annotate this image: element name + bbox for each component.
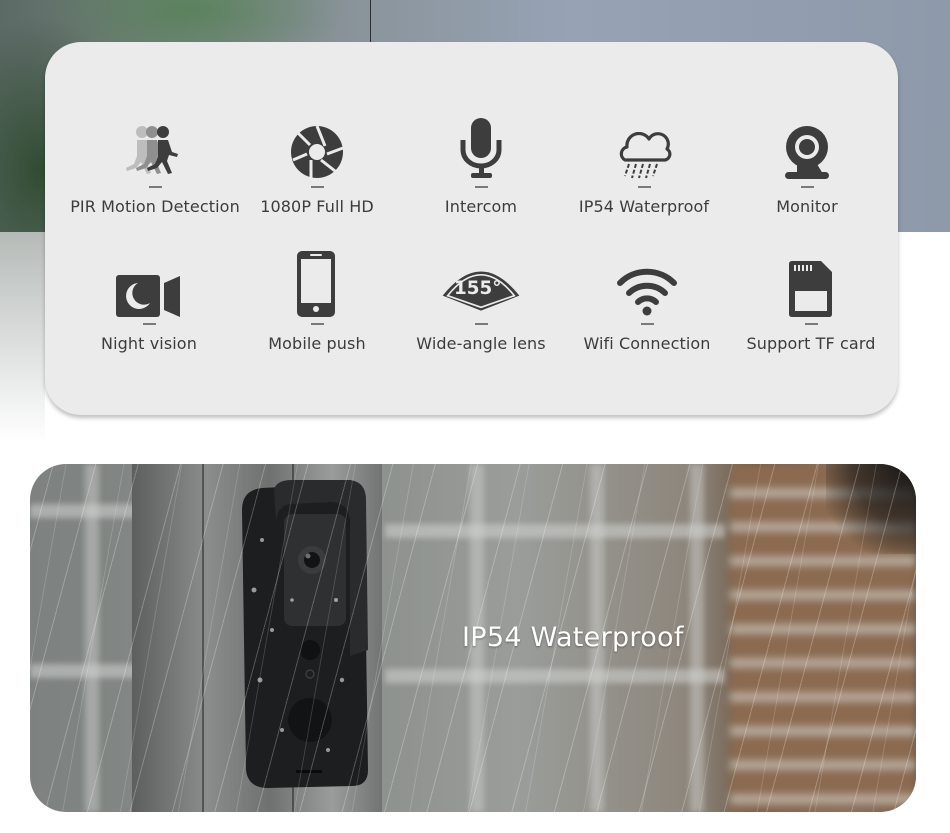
microphone-icon <box>441 110 521 180</box>
feature-label: Monitor <box>776 197 838 216</box>
feature-monitor: Monitor <box>712 110 902 216</box>
photo-caption: IP54 Waterproof <box>462 622 684 653</box>
divider-dash <box>142 323 156 325</box>
feature-label: Night vision <box>101 334 197 353</box>
divider-dash <box>310 323 324 325</box>
feature-label: Support TF card <box>746 334 876 353</box>
divider-dash <box>637 186 651 188</box>
feature-intercom: Intercom <box>386 110 576 216</box>
feature-wifi: Wifi Connection <box>552 247 742 353</box>
feature-waterproof: IP54 Waterproof <box>549 110 739 216</box>
waterproof-photo: IP54 Waterproof <box>30 464 916 812</box>
feature-label: Wifi Connection <box>583 334 711 353</box>
wall-seam <box>370 0 371 42</box>
feature-card: PIR Motion Detection 1080P Full HD Inter… <box>45 42 898 415</box>
feature-label: IP54 Waterproof <box>578 197 710 216</box>
feature-label: 1080P Full HD <box>260 197 374 216</box>
divider-dash <box>640 323 654 325</box>
sd-card-icon <box>771 247 851 317</box>
feature-label: Wide-angle lens <box>416 334 546 353</box>
feature-tf-card: Support TF card <box>716 247 906 353</box>
angle-text: 155° <box>454 278 501 299</box>
feature-label: Mobile push <box>268 334 366 353</box>
smartphone-icon <box>277 247 357 317</box>
feature-mobile-push: Mobile push <box>222 247 412 353</box>
night-video-camera-icon <box>109 247 189 317</box>
feature-label: Intercom <box>444 197 518 216</box>
divider-dash <box>800 186 814 188</box>
divider-dash <box>310 186 324 188</box>
feature-night-vision: Night vision <box>54 247 244 353</box>
divider-dash <box>148 186 162 188</box>
webcam-icon <box>767 110 847 180</box>
divider-dash <box>804 323 818 325</box>
feature-label: PIR Motion Detection <box>70 197 240 216</box>
background-foliage-fade <box>0 232 45 442</box>
divider-dash <box>474 186 488 188</box>
wifi-icon <box>607 247 687 317</box>
running-person-icon <box>115 110 195 180</box>
camera-shutter-icon <box>277 110 357 180</box>
feature-full-hd: 1080P Full HD <box>222 110 412 216</box>
divider-dash <box>474 323 488 325</box>
wide-angle-fan-icon: 155° <box>441 247 521 317</box>
rain-cloud-icon <box>604 110 684 180</box>
feature-wide-angle: 155° Wide-angle lens <box>386 247 576 353</box>
